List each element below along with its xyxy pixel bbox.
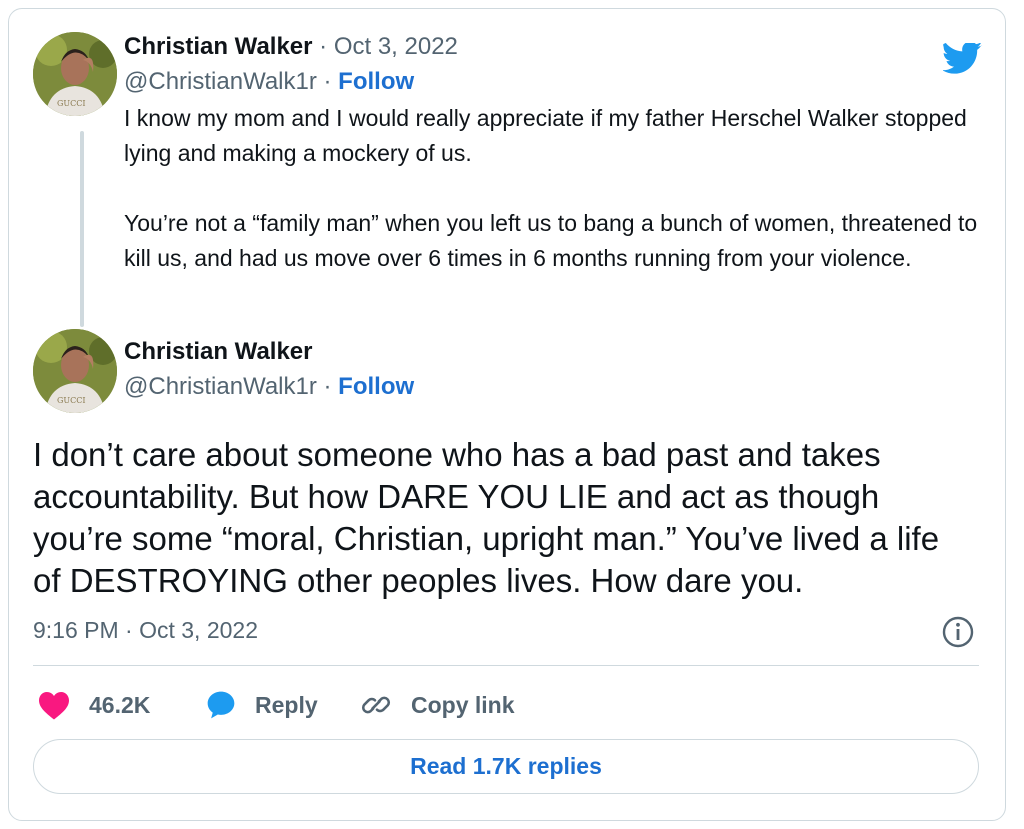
author-handle[interactable]: @ChristianWalk1r <box>124 373 317 400</box>
tweet-timestamp[interactable]: 9:16 PM · Oct 3, 2022 <box>33 617 258 644</box>
follow-button[interactable]: Follow <box>338 68 414 95</box>
thread-connector-line <box>80 131 84 327</box>
main-tweet-text: I don’t care about someone who has a bad… <box>33 436 940 599</box>
separator-dot: · <box>312 33 334 60</box>
copy-link-label: Copy link <box>411 691 515 718</box>
like-button[interactable]: 46.2K <box>37 685 150 725</box>
link-icon <box>361 696 391 714</box>
copy-link-button[interactable]: Copy link <box>359 685 515 725</box>
avatar-photo: GUCCI <box>33 329 117 413</box>
tweet-embed-card: GUCCI Christian Walker · Oct 3, 2022 @Ch… <box>8 8 1006 821</box>
svg-text:GUCCI: GUCCI <box>57 99 86 108</box>
main-handle-row: @ChristianWalk1r · Follow <box>124 373 414 401</box>
quoted-author-row: Christian Walker · Oct 3, 2022 <box>124 33 458 61</box>
divider <box>33 665 979 666</box>
quoted-tweet-text: I know my mom and I would really appreci… <box>124 101 984 276</box>
twitter-bird-icon[interactable] <box>943 43 983 77</box>
main-author-name[interactable]: Christian Walker <box>124 338 313 366</box>
tweet-paragraph: I know my mom and I would really appreci… <box>124 105 967 166</box>
svg-text:GUCCI: GUCCI <box>57 396 86 405</box>
author-handle[interactable]: @ChristianWalk1r <box>124 68 317 95</box>
read-replies-button[interactable]: Read 1.7K replies <box>33 739 979 794</box>
like-count: 46.2K <box>89 691 151 718</box>
reply-label: Reply <box>255 691 318 718</box>
follow-button[interactable]: Follow <box>338 373 414 400</box>
tweet-date[interactable]: Oct 3, 2022 <box>334 33 458 60</box>
tweet-paragraph: You’re not a “family man” when you left … <box>124 210 978 271</box>
heart-icon <box>39 692 69 720</box>
speech-bubble-icon <box>207 691 235 719</box>
author-name[interactable]: Christian Walker <box>124 33 313 60</box>
info-icon[interactable] <box>941 615 975 649</box>
avatar[interactable]: GUCCI <box>33 329 117 413</box>
avatar[interactable]: GUCCI <box>33 32 117 116</box>
quoted-handle-row: @ChristianWalk1r · Follow <box>124 68 414 96</box>
reply-button[interactable]: Reply <box>205 685 318 725</box>
separator-dot: · <box>316 68 339 95</box>
separator-dot: · <box>316 373 339 400</box>
avatar-photo: GUCCI <box>33 32 117 116</box>
